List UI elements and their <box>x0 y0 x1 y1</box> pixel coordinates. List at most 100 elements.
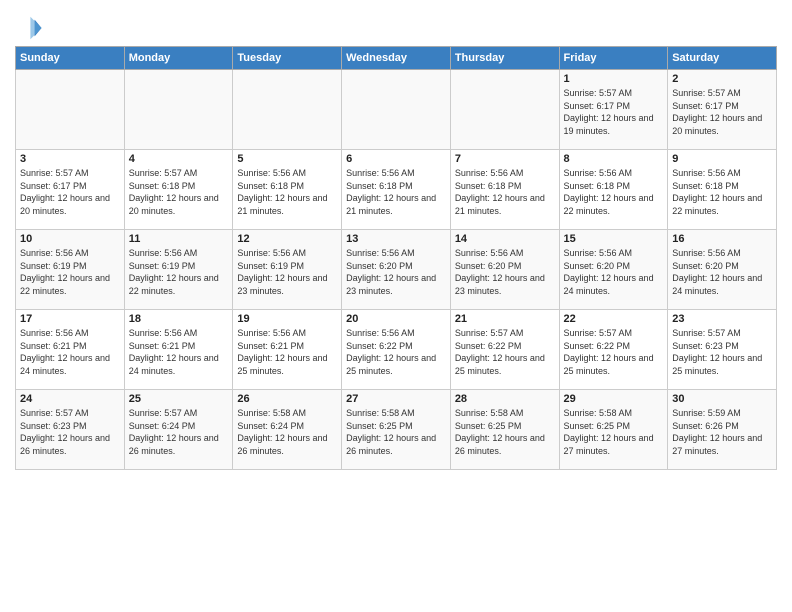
day-number: 10 <box>20 233 120 245</box>
calendar-cell <box>342 70 451 150</box>
day-info: Sunrise: 5:56 AM Sunset: 6:20 PM Dayligh… <box>672 247 772 297</box>
calendar-cell: 25 Sunrise: 5:57 AM Sunset: 6:24 PM Dayli… <box>124 390 233 470</box>
day-number: 13 <box>346 233 446 245</box>
day-info: Sunrise: 5:57 AM Sunset: 6:18 PM Dayligh… <box>129 167 229 217</box>
day-number: 23 <box>672 313 772 325</box>
day-number: 25 <box>129 393 229 405</box>
calendar-cell: 7 Sunrise: 5:56 AM Sunset: 6:18 PM Daylig… <box>450 150 559 230</box>
day-info: Sunrise: 5:56 AM Sunset: 6:18 PM Dayligh… <box>237 167 337 217</box>
calendar-cell: 22Sunrise: 5:57 AM Sunset: 6:22 PM Dayli… <box>559 310 668 390</box>
logo-icon <box>15 14 43 42</box>
day-info: Sunrise: 5:56 AM Sunset: 6:22 PM Dayligh… <box>346 327 446 377</box>
day-info: Sunrise: 5:56 AM Sunset: 6:18 PM Dayligh… <box>672 167 772 217</box>
day-info: Sunrise: 5:56 AM Sunset: 6:19 PM Dayligh… <box>129 247 229 297</box>
calendar-cell: 2 Sunrise: 5:57 AM Sunset: 6:17 PM Daylig… <box>668 70 777 150</box>
day-number: 27 <box>346 393 446 405</box>
day-number: 7 <box>455 153 555 165</box>
day-info: Sunrise: 5:59 AM Sunset: 6:26 PM Dayligh… <box>672 407 772 457</box>
day-number: 14 <box>455 233 555 245</box>
day-number: 5 <box>237 153 337 165</box>
header-row: SundayMondayTuesdayWednesdayThursdayFrid… <box>16 47 777 70</box>
calendar-cell: 24 Sunrise: 5:57 AM Sunset: 6:23 PM Dayli… <box>16 390 125 470</box>
day-info: Sunrise: 5:56 AM Sunset: 6:18 PM Dayligh… <box>564 167 664 217</box>
calendar-cell: 23 Sunrise: 5:57 AM Sunset: 6:23 PM Dayli… <box>668 310 777 390</box>
day-number: 4 <box>129 153 229 165</box>
calendar-cell: 27 Sunrise: 5:58 AM Sunset: 6:25 PM Dayli… <box>342 390 451 470</box>
calendar-cell <box>233 70 342 150</box>
day-info: Sunrise: 5:57 AM Sunset: 6:23 PM Dayligh… <box>672 327 772 377</box>
calendar-body: 1 Sunrise: 5:57 AM Sunset: 6:17 PM Daylig… <box>16 70 777 470</box>
day-info: Sunrise: 5:57 AM Sunset: 6:22 PM Dayligh… <box>455 327 555 377</box>
day-number: 6 <box>346 153 446 165</box>
day-number: 24 <box>20 393 120 405</box>
calendar-cell <box>450 70 559 150</box>
day-info: Sunrise: 5:56 AM Sunset: 6:18 PM Dayligh… <box>455 167 555 217</box>
calendar-week: 3 Sunrise: 5:57 AM Sunset: 6:17 PM Daylig… <box>16 150 777 230</box>
day-info: Sunrise: 5:57 AM Sunset: 6:17 PM Dayligh… <box>672 87 772 137</box>
calendar-cell: 16Sunrise: 5:56 AM Sunset: 6:20 PM Dayli… <box>668 230 777 310</box>
calendar-cell: 17 Sunrise: 5:56 AM Sunset: 6:21 PM Dayli… <box>16 310 125 390</box>
day-info: Sunrise: 5:57 AM Sunset: 6:24 PM Dayligh… <box>129 407 229 457</box>
calendar-cell: 28 Sunrise: 5:58 AM Sunset: 6:25 PM Dayli… <box>450 390 559 470</box>
day-number: 22 <box>564 313 664 325</box>
day-number: 29 <box>564 393 664 405</box>
day-info: Sunrise: 5:56 AM Sunset: 6:20 PM Dayligh… <box>455 247 555 297</box>
weekday-header: Saturday <box>668 47 777 70</box>
day-info: Sunrise: 5:57 AM Sunset: 6:17 PM Dayligh… <box>20 167 120 217</box>
calendar-table: SundayMondayTuesdayWednesdayThursdayFrid… <box>15 46 777 470</box>
day-number: 1 <box>564 73 664 85</box>
calendar-week: 10 Sunrise: 5:56 AM Sunset: 6:19 PM Dayli… <box>16 230 777 310</box>
calendar-cell: 3 Sunrise: 5:57 AM Sunset: 6:17 PM Daylig… <box>16 150 125 230</box>
day-number: 9 <box>672 153 772 165</box>
weekday-header: Monday <box>124 47 233 70</box>
logo <box>15 14 46 42</box>
calendar-cell: 4 Sunrise: 5:57 AM Sunset: 6:18 PM Daylig… <box>124 150 233 230</box>
calendar-cell: 5 Sunrise: 5:56 AM Sunset: 6:18 PM Daylig… <box>233 150 342 230</box>
calendar-cell: 26 Sunrise: 5:58 AM Sunset: 6:24 PM Dayli… <box>233 390 342 470</box>
weekday-header: Sunday <box>16 47 125 70</box>
day-number: 19 <box>237 313 337 325</box>
calendar-cell: 9 Sunrise: 5:56 AM Sunset: 6:18 PM Daylig… <box>668 150 777 230</box>
page: SundayMondayTuesdayWednesdayThursdayFrid… <box>0 0 792 480</box>
day-number: 26 <box>237 393 337 405</box>
day-info: Sunrise: 5:57 AM Sunset: 6:17 PM Dayligh… <box>564 87 664 137</box>
header <box>15 10 777 42</box>
day-info: Sunrise: 5:58 AM Sunset: 6:25 PM Dayligh… <box>564 407 664 457</box>
calendar-header: SundayMondayTuesdayWednesdayThursdayFrid… <box>16 47 777 70</box>
day-info: Sunrise: 5:56 AM Sunset: 6:21 PM Dayligh… <box>129 327 229 377</box>
day-info: Sunrise: 5:57 AM Sunset: 6:23 PM Dayligh… <box>20 407 120 457</box>
day-info: Sunrise: 5:56 AM Sunset: 6:19 PM Dayligh… <box>237 247 337 297</box>
calendar-cell: 29 Sunrise: 5:58 AM Sunset: 6:25 PM Dayli… <box>559 390 668 470</box>
calendar-cell: 6 Sunrise: 5:56 AM Sunset: 6:18 PM Daylig… <box>342 150 451 230</box>
calendar-cell: 8 Sunrise: 5:56 AM Sunset: 6:18 PM Daylig… <box>559 150 668 230</box>
calendar-cell: 20Sunrise: 5:56 AM Sunset: 6:22 PM Dayli… <box>342 310 451 390</box>
day-info: Sunrise: 5:56 AM Sunset: 6:21 PM Dayligh… <box>20 327 120 377</box>
day-info: Sunrise: 5:56 AM Sunset: 6:20 PM Dayligh… <box>564 247 664 297</box>
day-number: 8 <box>564 153 664 165</box>
day-number: 12 <box>237 233 337 245</box>
day-info: Sunrise: 5:58 AM Sunset: 6:24 PM Dayligh… <box>237 407 337 457</box>
calendar-cell <box>124 70 233 150</box>
day-number: 2 <box>672 73 772 85</box>
day-number: 17 <box>20 313 120 325</box>
day-number: 21 <box>455 313 555 325</box>
day-number: 28 <box>455 393 555 405</box>
calendar-cell: 1 Sunrise: 5:57 AM Sunset: 6:17 PM Daylig… <box>559 70 668 150</box>
calendar-cell: 14 Sunrise: 5:56 AM Sunset: 6:20 PM Dayli… <box>450 230 559 310</box>
calendar-week: 1 Sunrise: 5:57 AM Sunset: 6:17 PM Daylig… <box>16 70 777 150</box>
weekday-header: Wednesday <box>342 47 451 70</box>
day-number: 30 <box>672 393 772 405</box>
calendar-cell: 30 Sunrise: 5:59 AM Sunset: 6:26 PM Dayli… <box>668 390 777 470</box>
day-number: 11 <box>129 233 229 245</box>
calendar-cell: 18Sunrise: 5:56 AM Sunset: 6:21 PM Dayli… <box>124 310 233 390</box>
day-info: Sunrise: 5:58 AM Sunset: 6:25 PM Dayligh… <box>455 407 555 457</box>
calendar-cell: 13Sunrise: 5:56 AM Sunset: 6:20 PM Dayli… <box>342 230 451 310</box>
calendar-cell: 10Sunrise: 5:56 AM Sunset: 6:19 PM Dayli… <box>16 230 125 310</box>
day-info: Sunrise: 5:56 AM Sunset: 6:21 PM Dayligh… <box>237 327 337 377</box>
calendar-cell: 15Sunrise: 5:56 AM Sunset: 6:20 PM Dayli… <box>559 230 668 310</box>
day-info: Sunrise: 5:56 AM Sunset: 6:18 PM Dayligh… <box>346 167 446 217</box>
calendar-week: 17 Sunrise: 5:56 AM Sunset: 6:21 PM Dayli… <box>16 310 777 390</box>
day-number: 3 <box>20 153 120 165</box>
day-info: Sunrise: 5:58 AM Sunset: 6:25 PM Dayligh… <box>346 407 446 457</box>
calendar-week: 24 Sunrise: 5:57 AM Sunset: 6:23 PM Dayli… <box>16 390 777 470</box>
